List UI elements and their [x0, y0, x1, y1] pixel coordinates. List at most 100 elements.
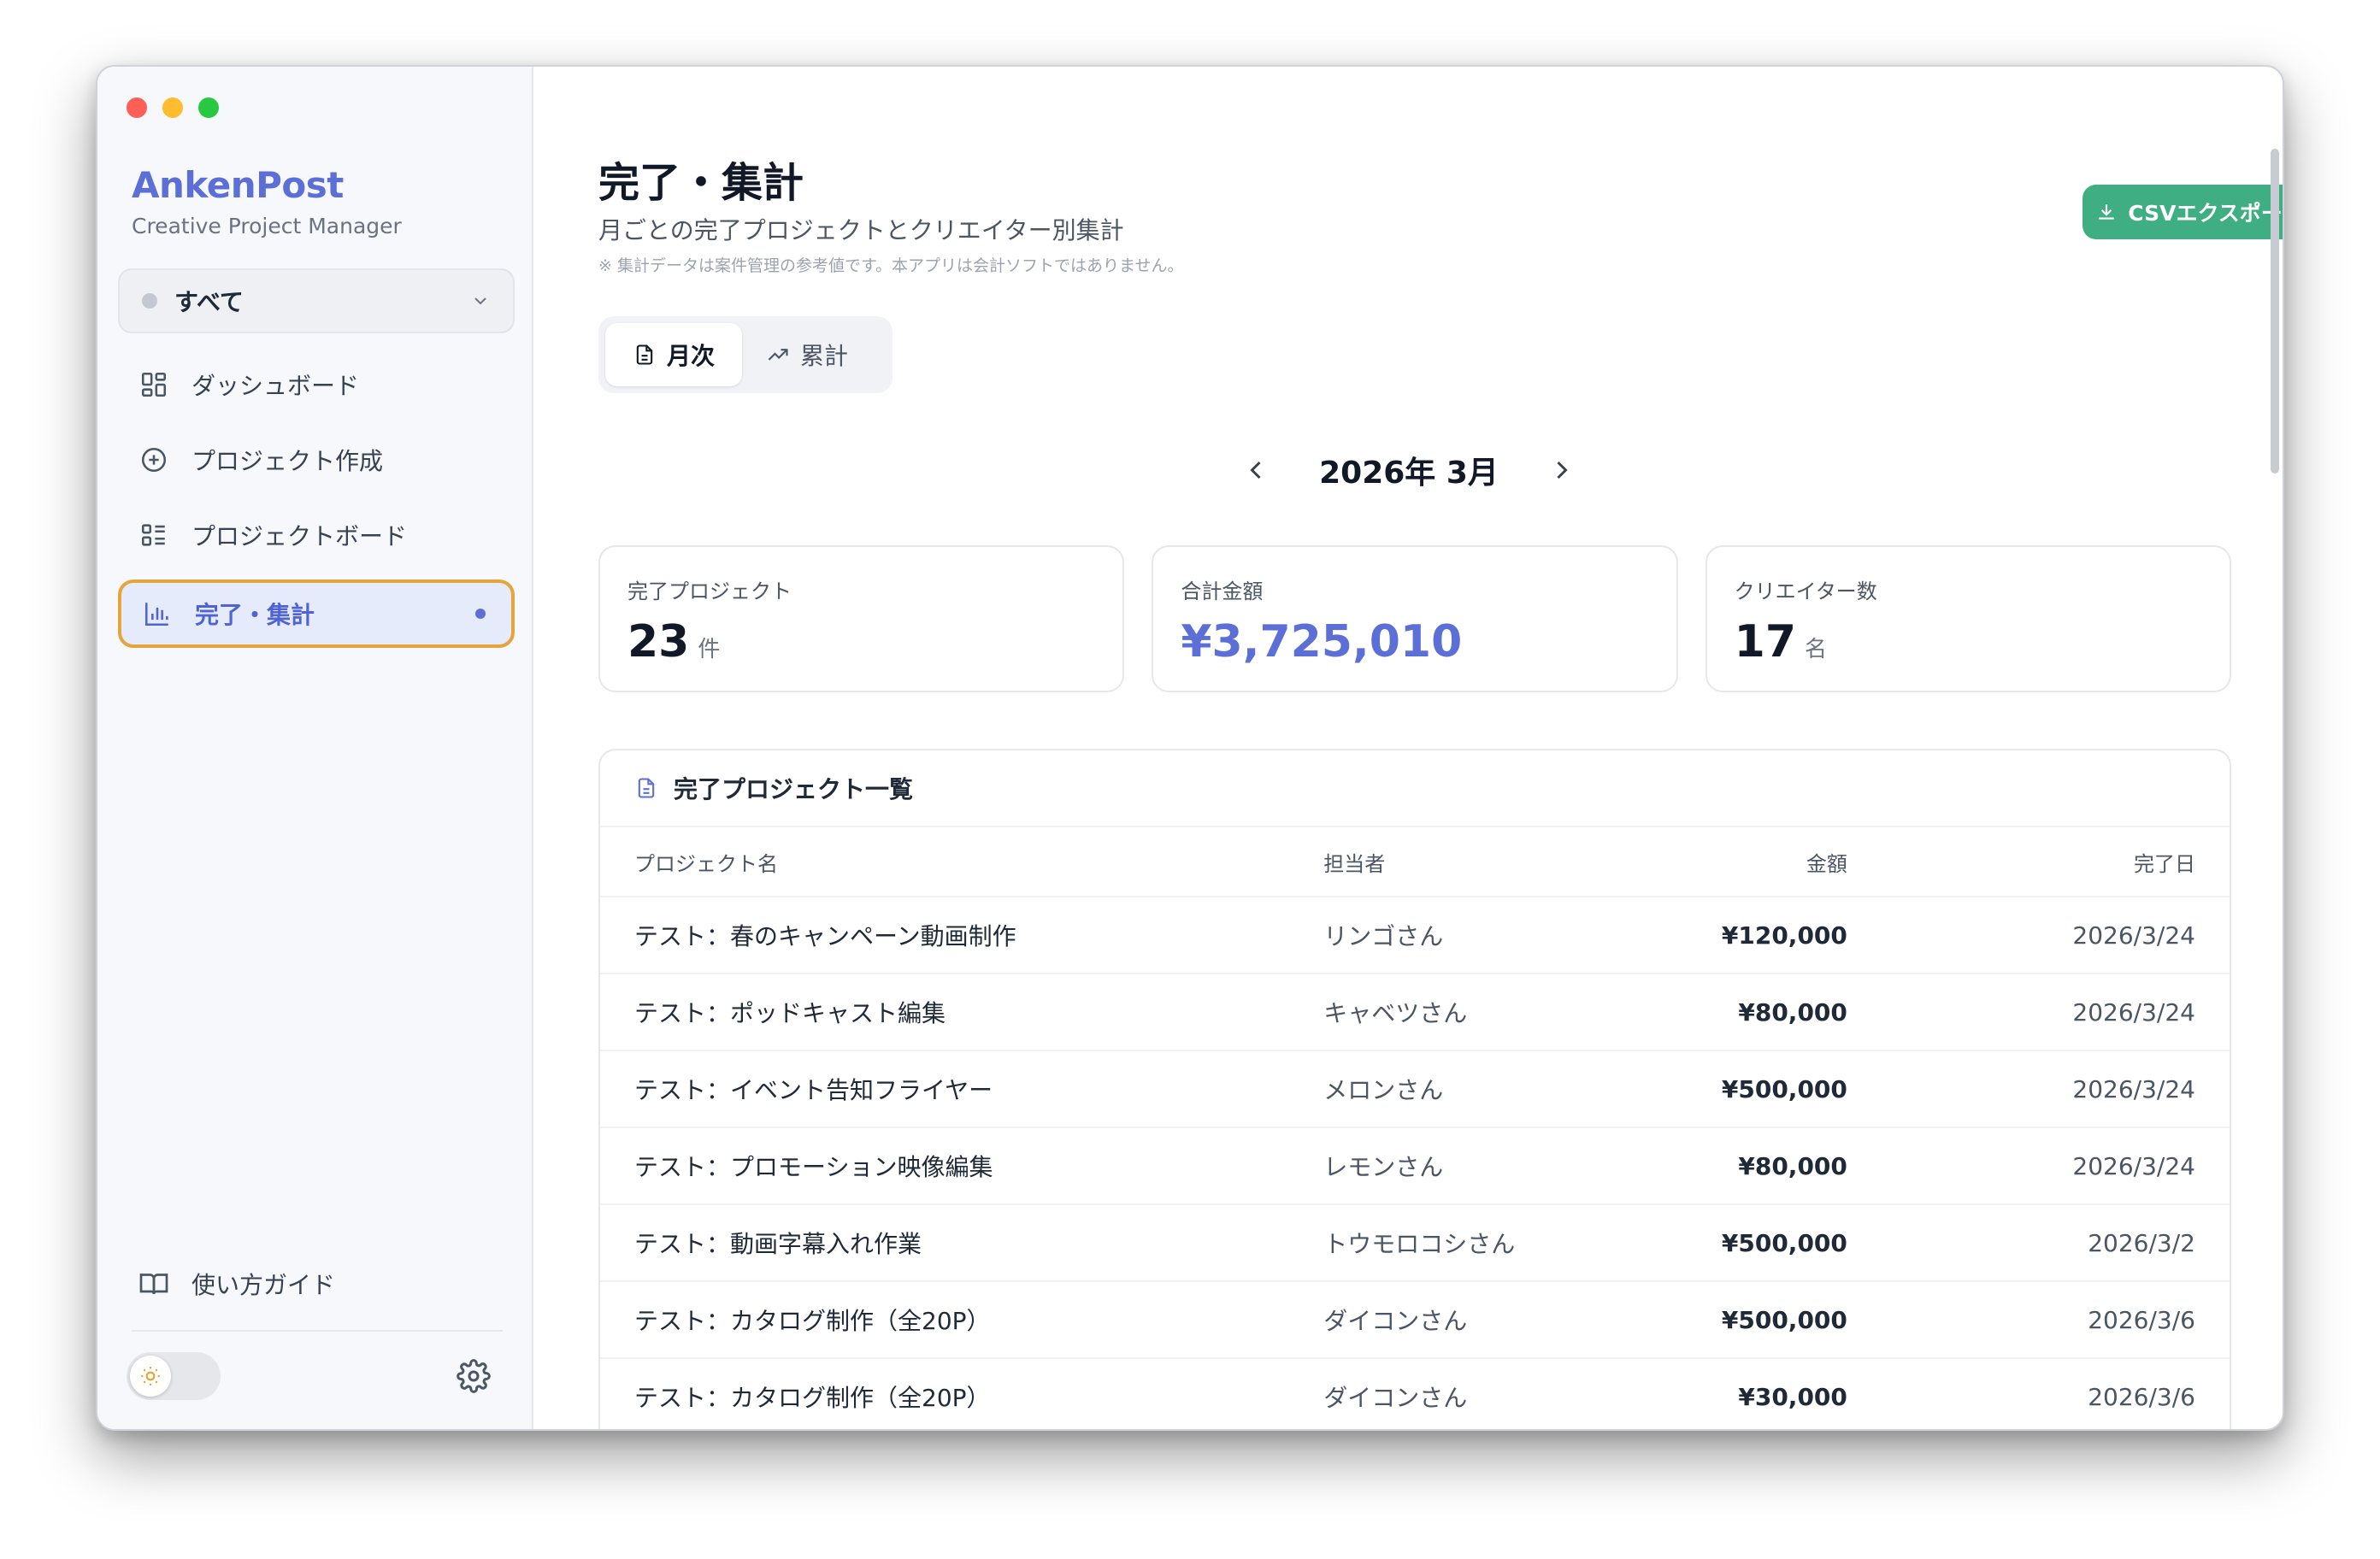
- column-header-completed-date[interactable]: 完了日: [1847, 847, 2195, 877]
- guide-label: 使い方ガイド: [191, 1271, 336, 1299]
- csv-export-button[interactable]: CSVエクスポート: [2082, 185, 2283, 239]
- column-header-amount[interactable]: 金額: [1664, 847, 1847, 877]
- table-row[interactable]: テスト：カタログ制作（全20P） ダイコンさん ¥500,000 2026/3/…: [600, 1282, 2230, 1359]
- stat-label: 完了プロジェクト: [627, 579, 792, 603]
- tab-monthly[interactable]: 月次: [605, 323, 742, 386]
- usage-guide-link[interactable]: 使い方ガイド: [138, 1267, 335, 1301]
- cell-completed-date: 2026/3/6: [2088, 1382, 2195, 1411]
- table-header-row: プロジェクト名 担当者 金額 完了日: [600, 827, 2230, 897]
- column-header-project-name[interactable]: プロジェクト名: [634, 847, 1323, 877]
- cell-assignee: トウモロコシさん: [1323, 1230, 1516, 1258]
- active-indicator-dot: [475, 609, 486, 619]
- sidebar-divider: [132, 1330, 503, 1332]
- tab-cumulative[interactable]: 累計: [742, 323, 872, 386]
- client-filter-select[interactable]: すべて: [118, 268, 515, 333]
- theme-toggle[interactable]: [127, 1352, 221, 1400]
- gear-icon[interactable]: [457, 1359, 491, 1393]
- stat-value-wrapper: 17 名: [1735, 616, 2202, 668]
- stat-unit: 件: [698, 637, 721, 662]
- chevron-left-icon[interactable]: [1240, 455, 1271, 485]
- cell-assignee: ダイコンさん: [1323, 1384, 1468, 1412]
- month-navigator: 2026年 3月: [535, 436, 2283, 504]
- stat-value-wrapper: 23 件: [627, 616, 1095, 668]
- board-list-icon: [138, 520, 169, 550]
- csv-export-label: CSVエクスポート: [2128, 201, 2283, 226]
- table-row[interactable]: テスト：カタログ制作（全20P） ダイコンさん ¥30,000 2026/3/6: [600, 1359, 2230, 1429]
- download-icon: [2099, 204, 2114, 220]
- cell-assignee: レモンさん: [1323, 1153, 1444, 1181]
- stat-value-wrapper: ¥3,725,010: [1181, 616, 1648, 668]
- sidebar-item-label: ダッシュボード: [191, 372, 360, 400]
- completed-projects-table: 完了プロジェクト一覧 プロジェクト名 担当者 金額 完了日 テスト：春のキャンペ…: [598, 749, 2231, 1429]
- stat-unit: 名: [1805, 637, 1828, 662]
- summary-stats: 完了プロジェクト 23 件 合計金額 ¥3,725,010 クリエイター数 17 名: [598, 545, 2231, 692]
- table-row[interactable]: テスト：動画字幕入れ作業 トウモロコシさん ¥500,000 2026/3/2: [600, 1205, 2230, 1282]
- window-controls: [127, 97, 219, 118]
- cell-amount: ¥500,000: [1721, 1074, 1847, 1103]
- disclaimer-note: ※ 集計データは案件管理の参考値です。本アプリは会計ソフトではありません。: [598, 256, 1184, 275]
- stat-card-completed: 完了プロジェクト 23 件: [598, 545, 1125, 692]
- page-subtitle: 月ごとの完了プロジェクトとクリエイター別集計: [598, 216, 1124, 244]
- sun-icon: [141, 1367, 160, 1385]
- tab-label: 月次: [666, 342, 715, 370]
- sidebar-item-create-project[interactable]: プロジェクト作成: [118, 426, 515, 494]
- sidebar-item-project-board[interactable]: プロジェクトボード: [118, 501, 515, 569]
- page-title: 完了・集計: [598, 159, 804, 207]
- cell-completed-date: 2026/3/24: [2072, 1074, 2195, 1103]
- zoom-window-button[interactable]: [198, 97, 219, 118]
- cell-amount: ¥80,000: [1738, 1151, 1847, 1180]
- table-title-bar: 完了プロジェクト一覧: [600, 750, 2230, 827]
- close-window-button[interactable]: [127, 97, 147, 118]
- cell-completed-date: 2026/3/6: [2088, 1305, 2195, 1334]
- cell-project-name: テスト：プロモーション映像編集: [634, 1153, 993, 1181]
- app-name: AnkenPost: [132, 164, 344, 206]
- table-row[interactable]: テスト：春のキャンペーン動画制作 リンゴさん ¥120,000 2026/3/2…: [600, 897, 2230, 974]
- app-tagline: Creative Project Manager: [132, 214, 402, 238]
- cell-assignee: メロンさん: [1323, 1076, 1444, 1104]
- sidebar-item-label: プロジェクトボード: [191, 522, 408, 550]
- sidebar-item-label: 完了・集計: [195, 601, 315, 629]
- current-month: 2026年 3月: [1319, 456, 1499, 491]
- cell-completed-date: 2026/3/2: [2088, 1228, 2195, 1257]
- stat-card-creators: クリエイター数 17 名: [1705, 545, 2231, 692]
- cell-project-name: テスト：ポッドキャスト編集: [634, 999, 946, 1027]
- cell-project-name: テスト：カタログ制作（全20P）: [634, 1307, 991, 1335]
- filter-color-dot: [142, 293, 157, 309]
- table-row[interactable]: テスト：ポッドキャスト編集 キャベツさん ¥80,000 2026/3/24: [600, 974, 2230, 1051]
- table-title: 完了プロジェクト一覧: [674, 775, 914, 803]
- dashboard-icon: [138, 369, 169, 400]
- cell-amount: ¥80,000: [1738, 997, 1847, 1027]
- cell-amount: ¥500,000: [1721, 1305, 1847, 1334]
- table-row[interactable]: テスト：イベント告知フライヤー メロンさん ¥500,000 2026/3/24: [600, 1051, 2230, 1128]
- stat-label: 合計金額: [1181, 579, 1264, 603]
- view-tabs: 月次 累計: [598, 316, 892, 393]
- app-window: AnkenPost Creative Project Manager すべて ダ…: [96, 65, 2284, 1431]
- sidebar-nav: ダッシュボード プロジェクト作成 プロジェクトボード 完了・集計: [118, 350, 515, 655]
- sidebar-item-label: プロジェクト作成: [191, 447, 384, 475]
- plus-circle-icon: [138, 444, 169, 475]
- stat-card-total-amount: 合計金額 ¥3,725,010: [1152, 545, 1678, 692]
- cell-assignee: キャベツさん: [1323, 999, 1468, 1027]
- cell-completed-date: 2026/3/24: [2072, 921, 2195, 950]
- sidebar-item-dashboard[interactable]: ダッシュボード: [118, 350, 515, 419]
- theme-toggle-knob: [130, 1356, 171, 1397]
- column-header-assignee[interactable]: 担当者: [1323, 847, 1664, 877]
- cell-assignee: ダイコンさん: [1323, 1307, 1468, 1335]
- chevron-right-icon[interactable]: [1546, 455, 1577, 485]
- cell-assignee: リンゴさん: [1323, 922, 1444, 950]
- stat-value: ¥3,725,010: [1181, 616, 1463, 668]
- document-icon: [636, 344, 653, 365]
- sidebar: AnkenPost Creative Project Manager すべて ダ…: [97, 67, 533, 1429]
- main-content: 完了・集計 月ごとの完了プロジェクトとクリエイター別集計 ※ 集計データは案件管…: [535, 67, 2283, 1429]
- main-scrollbar[interactable]: [2271, 149, 2279, 474]
- sidebar-item-completion-summary[interactable]: 完了・集計: [118, 579, 515, 648]
- cell-amount: ¥120,000: [1721, 921, 1847, 950]
- stat-value: 17: [1734, 616, 1797, 668]
- cell-completed-date: 2026/3/24: [2072, 1151, 2195, 1180]
- cell-amount: ¥30,000: [1738, 1382, 1847, 1411]
- table-row[interactable]: テスト：プロモーション映像編集 レモンさん ¥80,000 2026/3/24: [600, 1128, 2230, 1205]
- bar-chart-icon: [142, 598, 173, 629]
- minimize-window-button[interactable]: [162, 97, 183, 118]
- stat-label: クリエイター数: [1734, 579, 1877, 603]
- cell-project-name: テスト：イベント告知フライヤー: [634, 1076, 993, 1104]
